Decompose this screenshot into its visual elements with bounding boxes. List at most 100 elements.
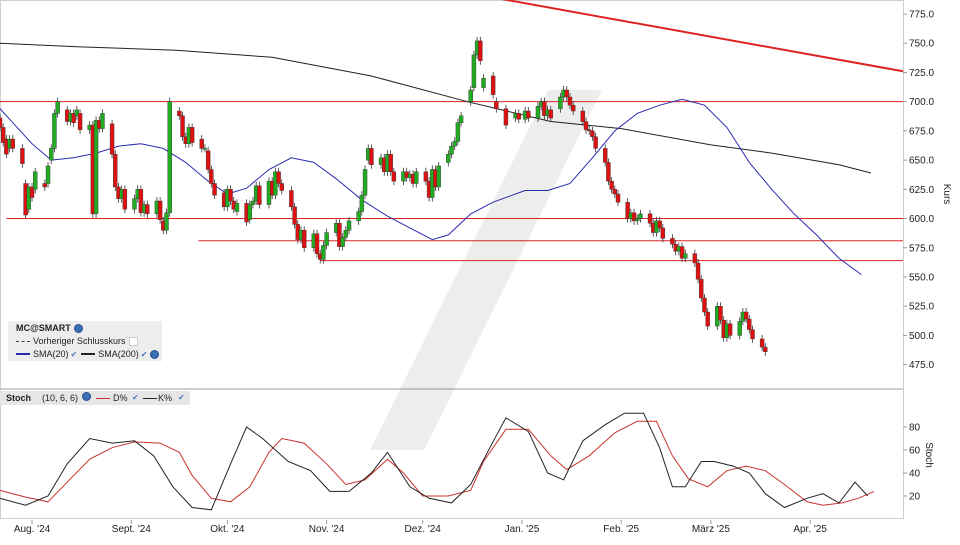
y-tick-label: 525.0 — [909, 302, 934, 313]
gear-icon[interactable] — [82, 392, 91, 401]
candle-body — [702, 297, 707, 313]
y-tick-label: 750.0 — [909, 39, 934, 50]
candle-body — [481, 78, 486, 88]
candle-body — [583, 121, 589, 130]
candle-body — [705, 311, 710, 327]
toggle-icon[interactable] — [128, 336, 138, 346]
candle-body — [292, 206, 297, 225]
stoch-y-tick-label: 40 — [909, 469, 921, 480]
candle-body — [343, 230, 349, 238]
candle-body — [189, 127, 195, 143]
stock-chart: 775.0 750.0 725.0 700.0 675.0 650.0 625.0 600.0… — [0, 0, 960, 540]
k-swatch — [143, 398, 157, 399]
gear-icon[interactable] — [73, 323, 83, 333]
candle-body — [145, 204, 150, 215]
candle-body — [567, 96, 573, 106]
chart-canvas: 775.0 750.0 725.0 700.0 675.0 650.0 625.0 600.0… — [0, 0, 952, 535]
stoch-y-tick-label: 60 — [909, 446, 921, 457]
y-tick-label: 725.0 — [909, 68, 934, 79]
candle-body — [516, 113, 521, 120]
candle-body — [727, 323, 733, 336]
candle-body — [132, 198, 137, 210]
candle-body — [0, 117, 3, 128]
candle-body — [471, 54, 477, 88]
y-tick-label: 625.0 — [909, 185, 934, 196]
candle-body — [202, 148, 208, 150]
candle-body — [468, 89, 473, 102]
check-icon[interactable]: ✔ — [178, 393, 185, 402]
candle-body — [250, 200, 256, 205]
stoch-d-label: D% — [113, 393, 128, 403]
candle-body — [346, 220, 352, 231]
candle-body — [564, 89, 569, 98]
candle-body — [289, 190, 294, 208]
prev-close-swatch — [16, 340, 30, 342]
candle-body — [388, 154, 393, 172]
check-icon[interactable]: ✔ — [141, 350, 148, 359]
legend-sma200-label: SMA(200) — [98, 349, 139, 359]
candle-body — [503, 108, 509, 126]
stoch-y-tick-label: 20 — [909, 492, 921, 503]
candle-body — [279, 183, 284, 191]
candle-body — [109, 123, 115, 155]
stoch-params: (10, 6, 6) — [42, 393, 79, 403]
candle-body — [391, 171, 397, 182]
candle-body — [747, 318, 752, 330]
d-swatch — [96, 398, 110, 399]
sma200-swatch — [81, 353, 96, 355]
candle-body — [737, 321, 742, 336]
stoch-k-label: K% — [158, 393, 173, 403]
x-tick-label: Jan. '25 — [505, 524, 540, 535]
stoch-panel — [0, 389, 904, 519]
candle-body — [257, 185, 262, 205]
candle-body — [52, 113, 57, 149]
check-icon[interactable]: ✔ — [132, 393, 139, 402]
candle-body — [423, 171, 429, 182]
sma20-swatch — [16, 353, 30, 355]
candle-body — [324, 232, 329, 246]
candle-body — [359, 194, 365, 212]
candle-body — [177, 110, 182, 116]
candle-body — [743, 311, 749, 320]
y-tick-label: 650.0 — [909, 156, 934, 167]
candle-body — [356, 211, 361, 222]
candle-body — [635, 218, 640, 222]
candle-body — [93, 120, 99, 215]
stoch-title: Stoch — [6, 393, 32, 403]
stoch-y-tick-label: 80 — [909, 423, 921, 434]
y-tick-label: 550.0 — [909, 272, 934, 283]
x-tick-label: Sept. '24 — [112, 524, 152, 535]
candle-body — [209, 169, 214, 184]
y-axis-label: Kurs — [941, 184, 952, 205]
candle-body — [570, 104, 576, 112]
y-tick-label: 475.0 — [909, 360, 934, 371]
candle-body — [548, 109, 553, 119]
candle-body — [205, 150, 211, 170]
candle-body — [606, 162, 611, 182]
y-tick-label: 700.0 — [909, 97, 934, 108]
candle-body — [647, 213, 653, 224]
candle-body — [695, 262, 701, 280]
candle-body — [100, 113, 105, 129]
y-tick-label: 775.0 — [909, 10, 934, 21]
candle-body — [455, 122, 461, 142]
gear-icon[interactable] — [150, 349, 160, 359]
candle-body — [763, 346, 768, 352]
candle-body — [42, 183, 48, 188]
candle-body — [590, 130, 595, 137]
y-tick-label: 500.0 — [909, 331, 934, 342]
candle-body — [603, 148, 608, 163]
legend-symbol-label: MC@SMART — [16, 323, 71, 333]
candle-body — [490, 75, 496, 95]
legend-sma20-label: SMA(20) — [33, 349, 69, 359]
check-icon[interactable]: ✔ — [71, 350, 78, 359]
candle-body — [362, 169, 368, 196]
candle-body — [558, 96, 563, 109]
candle-body — [113, 154, 118, 188]
candle-body — [750, 329, 755, 340]
candle-body — [683, 253, 688, 259]
y-tick-label: 675.0 — [909, 126, 934, 137]
candle-body — [670, 238, 675, 245]
candle-body — [122, 189, 128, 210]
candle-body — [692, 253, 698, 264]
